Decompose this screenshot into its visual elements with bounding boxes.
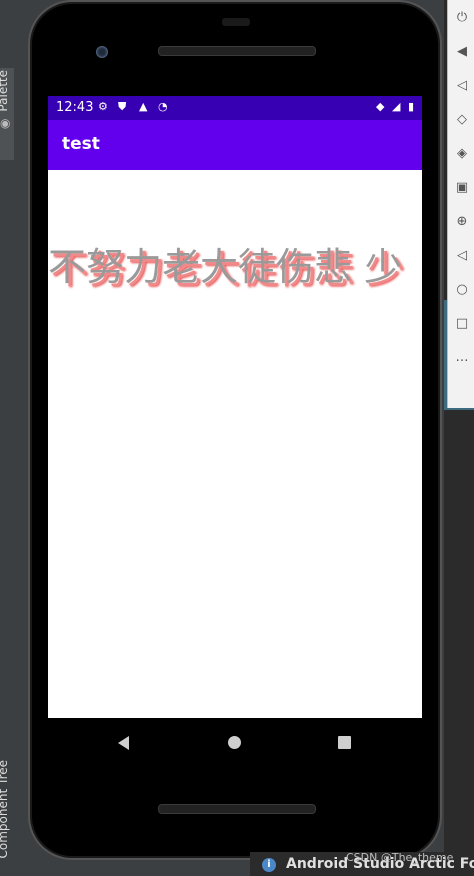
info-icon[interactable]: i (262, 858, 276, 872)
rotate-left-icon[interactable]: ◇ (454, 112, 470, 128)
eye-icon[interactable]: ◉ (0, 116, 14, 130)
device-screen: 12:43 ⚙ ⛊ ▲ ◔ ◆ ◢ ▮ test 不努力老大徒伤悲 少 (48, 96, 422, 718)
wifi-icon: ◆ (376, 100, 385, 113)
device-frame: 12:43 ⚙ ⛊ ▲ ◔ ◆ ◢ ▮ test 不努力老大徒伤悲 少 (32, 4, 438, 856)
top-speaker (158, 46, 316, 56)
front-camera (96, 46, 108, 58)
rotate-right-icon[interactable]: ◈ (454, 146, 470, 162)
overview-icon[interactable]: □ (454, 316, 470, 332)
palette-tab-label[interactable]: Palette (0, 70, 10, 112)
volume-down-icon[interactable]: ◁ (454, 78, 470, 94)
volume-up-icon[interactable]: ◀ (454, 44, 470, 60)
battery-icon: ▮ (408, 100, 415, 113)
zoom-icon[interactable]: ⊕ (454, 214, 470, 230)
app-bar: test (48, 120, 422, 170)
top-notch (222, 18, 250, 26)
back-icon[interactable]: ◁ (454, 248, 470, 264)
shield-icon: ⛊ (118, 100, 127, 113)
camera-icon[interactable]: ▣ (454, 180, 470, 196)
power-icon[interactable]: ⏻ (454, 10, 470, 26)
gear-icon: ⚙ (98, 100, 108, 113)
wifi-question-icon: ◔ (158, 100, 168, 113)
nav-back-icon[interactable] (118, 736, 129, 750)
a-badge-icon: ▲ (139, 100, 148, 113)
bottom-speaker (158, 804, 316, 814)
emulator-toolbar: ⏻ ◀ ◁ ◇ ◈ ▣ ⊕ ◁ ○ □ … (447, 0, 474, 408)
status-time: 12:43 (56, 100, 94, 115)
home-icon[interactable]: ○ (454, 282, 470, 298)
status-bar: 12:43 ⚙ ⛊ ▲ ◔ ◆ ◢ ▮ (48, 96, 422, 120)
signal-icon: ◢ (392, 100, 401, 113)
nav-recents-icon[interactable] (338, 736, 351, 749)
watermark: CSDN @The_theme (346, 851, 454, 864)
component-tree-tab-label[interactable]: Component Tree (0, 760, 10, 858)
nav-home-icon[interactable] (228, 736, 241, 749)
more-icon[interactable]: … (454, 350, 470, 366)
app-title: test (62, 134, 100, 154)
main-text: 不努力老大徒伤悲 少 (48, 245, 403, 289)
